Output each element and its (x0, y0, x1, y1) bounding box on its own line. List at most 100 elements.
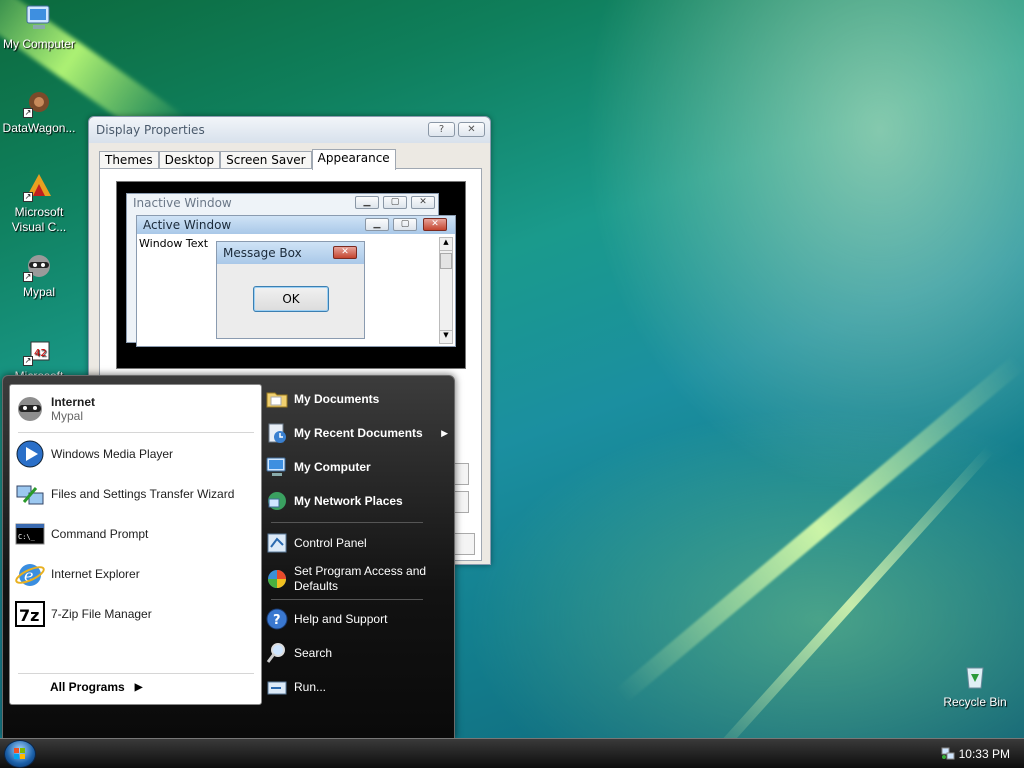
dialog-titlebar[interactable]: Display Properties ? ✕ (89, 117, 490, 143)
run-icon (265, 675, 289, 699)
close-icon: ✕ (423, 218, 447, 231)
command-prompt-icon: C:\_ (14, 518, 46, 550)
computer-icon (23, 2, 55, 34)
right-item-label: Run... (294, 680, 327, 694)
all-programs-button[interactable]: All Programs ▶ (50, 680, 142, 694)
program-access-icon (265, 567, 289, 591)
shortcut-arrow-icon: ↗ (23, 356, 33, 366)
right-item-label: My Documents (294, 392, 380, 406)
svg-text:42: 42 (34, 348, 47, 359)
media-player-icon (14, 438, 46, 470)
recent-7zip[interactable]: 7z 7-Zip File Manager (14, 597, 258, 631)
separator (271, 522, 423, 523)
microsoft-app-icon: 42 ↗ (23, 334, 55, 366)
help-icon: ? (265, 607, 289, 631)
tab-desktop[interactable]: Desktop (158, 151, 221, 169)
minimize-icon: ▁ (365, 218, 389, 231)
shortcut-arrow-icon: ↗ (23, 272, 33, 282)
desktop-icon-recycle-bin[interactable]: Recycle Bin (937, 660, 1013, 710)
computer-icon (265, 455, 289, 479)
desktop-icon-mypal[interactable]: ↗ Mypal (1, 250, 77, 300)
7zip-icon: 7z (14, 598, 46, 630)
recent-documents-icon (265, 421, 289, 445)
clock[interactable]: 10:33 PM (959, 747, 1010, 761)
raccoon-icon (14, 393, 46, 425)
my-recent-documents-link[interactable]: My Recent Documents ▶ (265, 418, 450, 448)
right-item-label: Set Program Access and Defaults (294, 564, 427, 593)
search-link[interactable]: Search (265, 638, 450, 668)
arrow-right-icon: ▶ (134, 681, 143, 693)
run-link[interactable]: Run... (265, 672, 450, 702)
recent-label: Command Prompt (51, 527, 149, 541)
visual-studio-icon: ↗ (23, 170, 55, 202)
help-and-support-link[interactable]: ? Help and Support (265, 604, 450, 634)
wallpaper-swoosh (615, 354, 1024, 704)
internet-explorer-icon: e (14, 558, 46, 590)
tab-strip: Themes Desktop Screen Saver Appearance (99, 149, 396, 170)
scroll-thumb (440, 253, 452, 269)
pinned-internet-mypal[interactable]: Internet Mypal (14, 389, 258, 429)
my-network-places-link[interactable]: My Network Places (265, 486, 450, 516)
maximize-icon: ▢ (393, 218, 417, 231)
tab-screen-saver[interactable]: Screen Saver (220, 151, 312, 169)
my-documents-link[interactable]: My Documents (265, 384, 450, 414)
start-menu-programs-pane: Internet Mypal Windows Media Player File… (9, 384, 262, 705)
scrollbar: ▲ ▼ (439, 237, 453, 344)
help-button[interactable]: ? (428, 122, 455, 137)
taskbar: 10:33 PM (0, 738, 1024, 768)
program-access-link[interactable]: Set Program Access and Defaults (265, 560, 450, 598)
close-icon: ✕ (333, 246, 357, 259)
desktop-icon-my-computer[interactable]: My Computer (1, 2, 77, 52)
recent-label: Files and Settings Transfer Wizard (51, 487, 235, 501)
recent-command-prompt[interactable]: C:\_ Command Prompt (14, 517, 258, 551)
all-programs-label: All Programs (50, 680, 125, 694)
desktop-icon-visual-c[interactable]: ↗ Microsoft Visual C... (1, 170, 77, 235)
network-tray-icon[interactable] (940, 745, 956, 761)
recent-label: 7-Zip File Manager (51, 607, 152, 621)
right-item-label: Help and Support (294, 612, 388, 626)
separator (271, 599, 423, 600)
windows-logo-icon (14, 748, 25, 759)
right-item-label: My Network Places (294, 494, 403, 508)
button-edge (455, 533, 475, 555)
ok-button[interactable]: OK (253, 286, 329, 312)
recent-windows-media-player[interactable]: Windows Media Player (14, 437, 258, 471)
scroll-down-icon: ▼ (440, 330, 452, 343)
recycle-bin-icon (959, 660, 991, 692)
search-icon (265, 641, 289, 665)
minimize-icon: ▁ (355, 196, 379, 209)
start-button[interactable] (4, 740, 36, 768)
transfer-wizard-icon (14, 478, 46, 510)
close-button[interactable]: ✕ (458, 122, 485, 137)
dropdown-edge (455, 463, 469, 485)
desktop-icon-datawagon[interactable]: ↗ DataWagon... (1, 86, 77, 136)
message-box-preview: Message Box ✕ OK (216, 241, 365, 339)
datawagon-icon: ↗ (23, 86, 55, 118)
shortcut-arrow-icon: ↗ (23, 108, 33, 118)
arrow-right-icon: ▶ (441, 427, 448, 438)
network-places-icon (265, 489, 289, 513)
recent-label: Internet Explorer (51, 567, 140, 581)
control-panel-link[interactable]: Control Panel (265, 528, 450, 558)
svg-text:7z: 7z (19, 606, 39, 625)
maximize-icon: ▢ (383, 196, 407, 209)
raccoon-icon: ↗ (23, 250, 55, 282)
tab-appearance[interactable]: Appearance (311, 149, 396, 170)
shortcut-arrow-icon: ↗ (23, 192, 33, 202)
dropdown-edge (455, 491, 469, 513)
recent-transfer-wizard[interactable]: Files and Settings Transfer Wizard (14, 477, 258, 511)
pinned-subtitle: Mypal (51, 409, 84, 423)
recent-internet-explorer[interactable]: e Internet Explorer (14, 557, 258, 591)
my-computer-link[interactable]: My Computer (265, 452, 450, 482)
start-menu: Internet Mypal Windows Media Player File… (2, 375, 455, 739)
pinned-title: Internet (51, 395, 96, 409)
control-panel-icon (265, 531, 289, 555)
documents-folder-icon (265, 387, 289, 411)
close-icon: ✕ (411, 196, 435, 209)
right-item-label: My Computer (294, 460, 371, 474)
right-item-label: My Recent Documents (294, 426, 423, 440)
tab-themes[interactable]: Themes (99, 151, 159, 169)
separator (18, 673, 254, 674)
right-item-label: Search (294, 646, 333, 660)
right-item-label: Control Panel (294, 536, 367, 550)
